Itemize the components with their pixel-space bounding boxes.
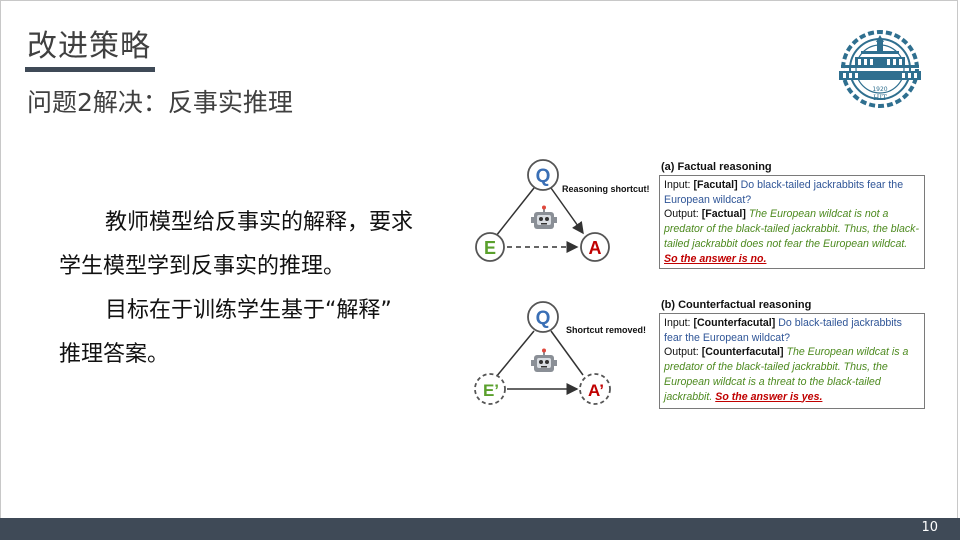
logo-letters: HIT: [873, 94, 887, 102]
node-q-label: Q: [536, 308, 551, 329]
page-number: 10: [921, 520, 938, 535]
slide-title: 改进策略: [27, 29, 151, 64]
robot-icon: [531, 205, 557, 229]
node-e-label: E: [484, 238, 496, 258]
robot-icon: [531, 348, 557, 372]
node-a-label: A: [589, 238, 602, 258]
counterfactual-panel-title: (b) Counterfactual reasoning: [661, 299, 812, 311]
counterfactual-text-box: Input: [Counterfacutal] Do black-tailed …: [659, 313, 925, 409]
node-e-prime-label: E’: [483, 381, 499, 400]
edge-q-e: [495, 187, 535, 237]
shortcut-note: Reasoning shortcut!: [562, 184, 650, 194]
university-emblem-icon: 1920 HIT: [839, 30, 921, 108]
body-line-2: 学生模型学到反事实的推理。: [59, 254, 346, 279]
footer-bar: 10: [0, 518, 960, 540]
slide: 改进策略 问题2解决：反事实推理 1920 HIT 教师模型给反事实的解释，要求…: [0, 0, 958, 518]
edge-q-a: [550, 330, 584, 376]
title-underline: [25, 67, 155, 72]
factual-panel-title: (a) Factual reasoning: [661, 161, 772, 173]
body-line-4: 推理答案。: [59, 342, 170, 367]
node-a-prime-label: A’: [588, 381, 604, 400]
slide-subtitle: 问题2解决：反事实推理: [27, 88, 293, 117]
factual-text-box: Input: [Facutal] Do black-tailed jackrab…: [659, 175, 925, 269]
counterfactual-reasoning-diagram: Q E’ A’ Shortcut removed!: [474, 301, 646, 405]
node-q-label: Q: [536, 166, 551, 187]
body-paragraph: 教师模型给反事实的解释，要求 学生模型学到反事实的推理。 目标在于训练学生基于“…: [59, 201, 459, 377]
logo-year: 1920: [872, 86, 887, 93]
edge-q-a: [550, 187, 584, 235]
body-line-1: 教师模型给反事实的解释，要求: [105, 210, 414, 235]
factual-reasoning-diagram: Q E A Reasoning shortcut!: [475, 159, 650, 262]
body-line-3: 目标在于训练学生基于“解释”: [105, 298, 392, 323]
edge-q-e: [495, 330, 535, 378]
shortcut-removed-note: Shortcut removed!: [566, 325, 646, 335]
